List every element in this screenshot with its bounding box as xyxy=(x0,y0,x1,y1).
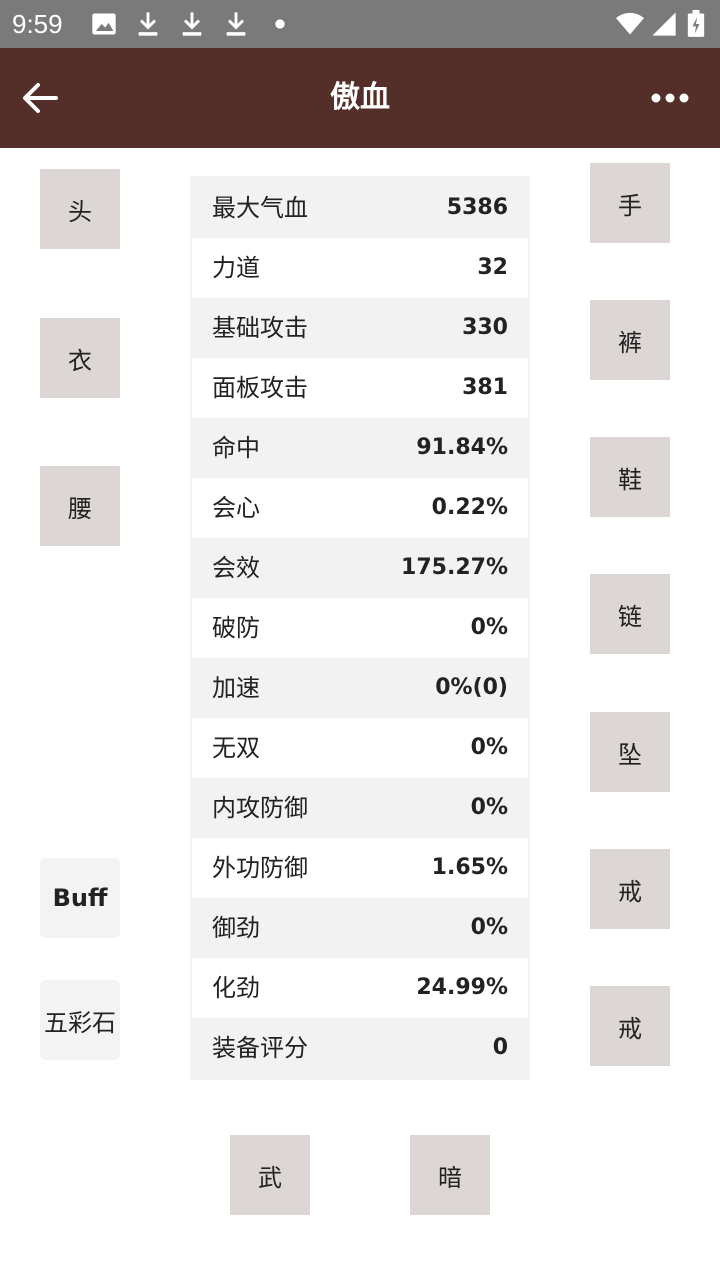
stat-row: 内攻防御 0% xyxy=(192,778,528,838)
slot-pants[interactable]: 裤 xyxy=(590,300,670,380)
stat-row: 会效 175.27% xyxy=(192,538,528,598)
slot-pendant[interactable]: 坠 xyxy=(590,712,670,792)
status-bar: 9:59 xyxy=(0,0,720,48)
download-icon xyxy=(138,12,158,36)
slot-ring-2[interactable]: 戒 xyxy=(590,986,670,1066)
stat-value: 0% xyxy=(470,735,508,760)
stat-value: 0%(0) xyxy=(435,675,508,700)
arrow-left-icon xyxy=(23,83,58,113)
slot-hidden-weapon[interactable]: 暗 xyxy=(410,1135,490,1215)
stat-row: 命中 91.84% xyxy=(192,418,528,478)
signal-icon xyxy=(652,12,676,36)
stat-label: 最大气血 xyxy=(212,194,308,222)
slot-clothes[interactable]: 衣 xyxy=(40,318,120,398)
download-icon xyxy=(182,12,202,36)
stat-label: 命中 xyxy=(212,434,260,462)
dot-icon xyxy=(275,19,285,29)
stat-label: 面板攻击 xyxy=(212,374,308,402)
more-options-button[interactable] xyxy=(640,74,700,122)
stat-row: 力道 32 xyxy=(192,238,528,298)
stat-label: 御劲 xyxy=(212,914,260,942)
more-horizontal-icon xyxy=(651,93,689,103)
stat-value: 175.27% xyxy=(401,555,508,580)
image-icon xyxy=(92,13,116,35)
back-button[interactable] xyxy=(16,74,64,122)
stats-table: 最大气血 5386 力道 32 基础攻击 330 面板攻击 381 命中 91.… xyxy=(190,176,530,1080)
stat-row: 最大气血 5386 xyxy=(192,178,528,238)
stat-label: 加速 xyxy=(212,674,260,702)
slot-weapon[interactable]: 武 xyxy=(230,1135,310,1215)
stat-row: 装备评分 0 xyxy=(192,1018,528,1078)
stat-row: 外功防御 1.65% xyxy=(192,838,528,898)
stat-value: 381 xyxy=(462,375,508,400)
five-color-stone-button[interactable]: 五彩石 xyxy=(40,980,120,1060)
stat-label: 装备评分 xyxy=(212,1034,308,1062)
stat-label: 基础攻击 xyxy=(212,314,308,342)
stat-label: 会效 xyxy=(212,554,260,582)
stat-row: 加速 0%(0) xyxy=(192,658,528,718)
slot-head[interactable]: 头 xyxy=(40,169,120,249)
status-time: 9:59 xyxy=(12,9,63,39)
buff-button[interactable]: Buff xyxy=(40,858,120,938)
stat-value: 1.65% xyxy=(431,855,508,880)
slot-shoes[interactable]: 鞋 xyxy=(590,437,670,517)
stat-row: 面板攻击 381 xyxy=(192,358,528,418)
stat-label: 外功防御 xyxy=(212,854,308,882)
stat-row: 破防 0% xyxy=(192,598,528,658)
stat-value: 91.84% xyxy=(416,435,508,460)
stat-value: 330 xyxy=(462,315,508,340)
stat-label: 无双 xyxy=(212,734,260,762)
stat-value: 0.22% xyxy=(431,495,508,520)
page-title: 傲血 xyxy=(330,80,390,115)
stat-value: 5386 xyxy=(446,195,508,220)
stat-value: 0% xyxy=(470,915,508,940)
stat-value: 0% xyxy=(470,795,508,820)
stat-row: 无双 0% xyxy=(192,718,528,778)
wifi-icon xyxy=(616,12,644,35)
stat-value: 0% xyxy=(470,615,508,640)
stat-row: 会心 0.22% xyxy=(192,478,528,538)
slot-ring-1[interactable]: 戒 xyxy=(590,849,670,929)
stat-value: 32 xyxy=(477,255,508,280)
stat-label: 化劲 xyxy=(212,974,260,1002)
stat-row: 基础攻击 330 xyxy=(192,298,528,358)
stat-value: 0 xyxy=(492,1035,508,1060)
stat-value: 24.99% xyxy=(416,975,508,1000)
stat-row: 化劲 24.99% xyxy=(192,958,528,1018)
stat-label: 会心 xyxy=(212,494,260,522)
app-bar: 傲血 xyxy=(0,48,720,148)
battery-icon xyxy=(687,10,705,37)
stat-label: 破防 xyxy=(212,614,260,642)
stat-row: 御劲 0% xyxy=(192,898,528,958)
stat-label: 力道 xyxy=(212,254,260,282)
stat-label: 内攻防御 xyxy=(212,794,308,822)
slot-necklace[interactable]: 链 xyxy=(590,574,670,654)
slot-waist[interactable]: 腰 xyxy=(40,466,120,546)
download-icon xyxy=(226,12,246,36)
slot-hand[interactable]: 手 xyxy=(590,163,670,243)
